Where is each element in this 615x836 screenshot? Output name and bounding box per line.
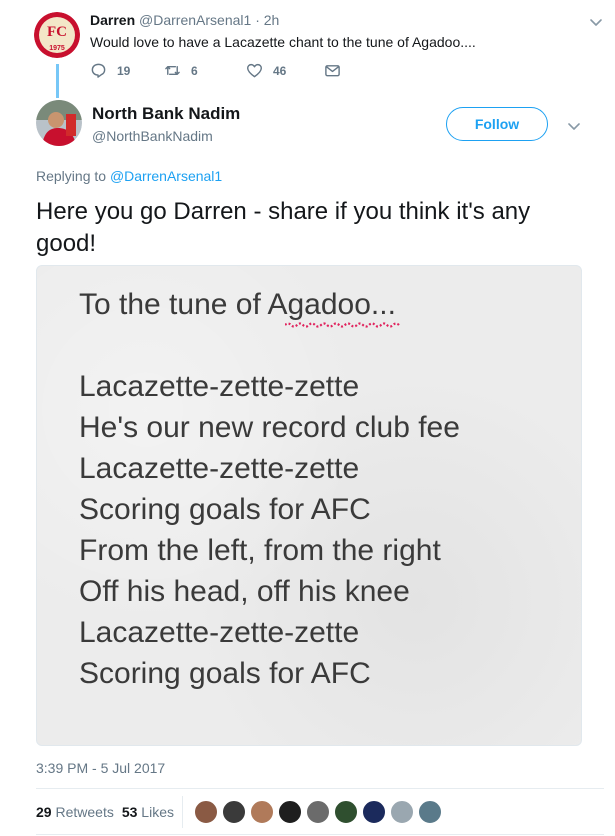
tweet-header: Darren @DarrenArsenal1 · 2h (90, 12, 279, 28)
image-text-line: Lacazette-zette-zette (79, 616, 360, 649)
divider (36, 834, 604, 835)
tweet-stats: 29 Retweets 53 Likes (36, 804, 174, 820)
liker-avatar[interactable] (390, 800, 414, 824)
tweet-timestamp[interactable]: 3:39 PM - 5 Jul 2017 (36, 760, 165, 776)
tweet-image[interactable]: To the tune of Agadoo... Lacazette-zette… (36, 265, 582, 746)
liker-avatar[interactable] (250, 800, 274, 824)
reply-button[interactable]: 19 (90, 62, 130, 79)
retweet-count: 6 (191, 63, 198, 78)
avatar[interactable] (36, 100, 82, 146)
heart-icon (246, 63, 263, 78)
image-text-line: Scoring goals for AFC (79, 493, 371, 526)
author-handle[interactable]: @NorthBankNadim (92, 128, 213, 144)
image-text-line: Lacazette-zette-zette (79, 370, 360, 403)
retweets-stat[interactable]: 29 Retweets (36, 804, 114, 820)
image-text-line: Lacazette-zette-zette (79, 452, 360, 485)
tweet-time[interactable]: 2h (264, 12, 280, 28)
replying-to: Replying to @DarrenArsenal1 (36, 168, 222, 184)
svg-text:1975: 1975 (49, 45, 65, 52)
author-name[interactable]: North Bank Nadim (92, 104, 240, 124)
retweets-count: 29 (36, 804, 52, 820)
like-count: 46 (273, 63, 287, 78)
chevron-down-icon[interactable] (566, 118, 582, 134)
liker-avatar[interactable] (362, 800, 386, 824)
image-text-line: Off his head, off his knee (79, 575, 410, 608)
follow-button[interactable]: Follow (446, 107, 548, 141)
image-text-line: He's our new record club fee (79, 411, 460, 444)
liker-avatar[interactable] (194, 800, 218, 824)
tweet-text: Would love to have a Lacazette chant to … (90, 34, 476, 50)
avatar[interactable]: FC 1975 (34, 12, 80, 58)
liker-avatar[interactable] (222, 800, 246, 824)
envelope-icon (325, 65, 340, 77)
replying-prefix: Replying to (36, 168, 107, 184)
tweet-text: Here you go Darren - share if you think … (36, 198, 531, 257)
chevron-down-icon[interactable] (588, 14, 604, 30)
replying-to-link[interactable]: @DarrenArsenal1 (110, 168, 222, 184)
main-tweet-header: North Bank Nadim @NorthBankNadim Follow (36, 100, 604, 150)
retweets-label: Retweets (55, 804, 114, 820)
likes-stat[interactable]: 53 Likes (122, 804, 174, 820)
liker-avatar[interactable] (418, 800, 442, 824)
direct-message-button[interactable] (324, 62, 351, 79)
likes-label: Likes (141, 804, 174, 820)
reply-count: 19 (117, 63, 131, 78)
image-text-line: To the tune of Agadoo... (79, 288, 396, 321)
retweet-icon (165, 66, 180, 75)
separator: · (255, 12, 260, 28)
liker-avatar[interactable] (334, 800, 358, 824)
spellcheck-underline (285, 322, 400, 328)
image-text-line: Scoring goals for AFC (79, 657, 371, 690)
author-handle[interactable]: @DarrenArsenal1 (139, 12, 251, 28)
author-name[interactable]: Darren (90, 12, 135, 28)
svg-text:FC: FC (47, 24, 67, 40)
divider (182, 796, 183, 828)
image-text-line: From the left, from the right (79, 534, 441, 567)
tweet-actions: 19 6 46 (90, 62, 390, 82)
like-button[interactable]: 46 (246, 62, 286, 79)
divider (36, 788, 604, 789)
likes-count: 53 (121, 804, 138, 820)
reply-icon (91, 63, 106, 78)
liker-avatar[interactable] (278, 800, 302, 824)
retweet-button[interactable]: 6 (164, 62, 198, 79)
liker-avatar[interactable] (306, 800, 330, 824)
